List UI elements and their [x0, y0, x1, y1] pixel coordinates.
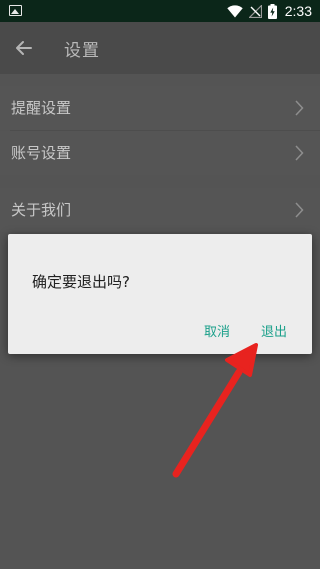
chevron-right-icon [295, 145, 304, 161]
cancel-button[interactable]: 取消 [204, 321, 230, 340]
battery-charging-icon [267, 3, 277, 19]
status-bar: 2:33 [0, 0, 320, 22]
chevron-right-icon [295, 202, 304, 218]
dialog-message: 确定要退出吗? [32, 273, 130, 291]
settings-item-account[interactable]: 账号设置 [0, 131, 320, 175]
settings-item-label: 账号设置 [11, 144, 72, 162]
wifi-icon [227, 4, 243, 17]
exit-button[interactable]: 退出 [261, 321, 287, 340]
settings-item-reminder[interactable]: 提醒设置 [0, 86, 320, 130]
settings-item-about[interactable]: 关于我们 [0, 188, 320, 232]
back-arrow-icon[interactable] [12, 36, 36, 60]
status-time: 2:33 [284, 3, 312, 19]
gallery-notification-icon [9, 5, 22, 16]
app-bar: 设置 [0, 22, 320, 74]
no-signal-icon [248, 4, 262, 18]
settings-item-label: 关于我们 [11, 201, 72, 219]
settings-item-label: 提醒设置 [11, 99, 72, 117]
logout-confirm-dialog: 确定要退出吗? 取消 退出 [8, 234, 312, 354]
status-bar-right: 2:33 [227, 0, 312, 22]
page-title: 设置 [64, 41, 100, 61]
chevron-right-icon [295, 100, 304, 116]
